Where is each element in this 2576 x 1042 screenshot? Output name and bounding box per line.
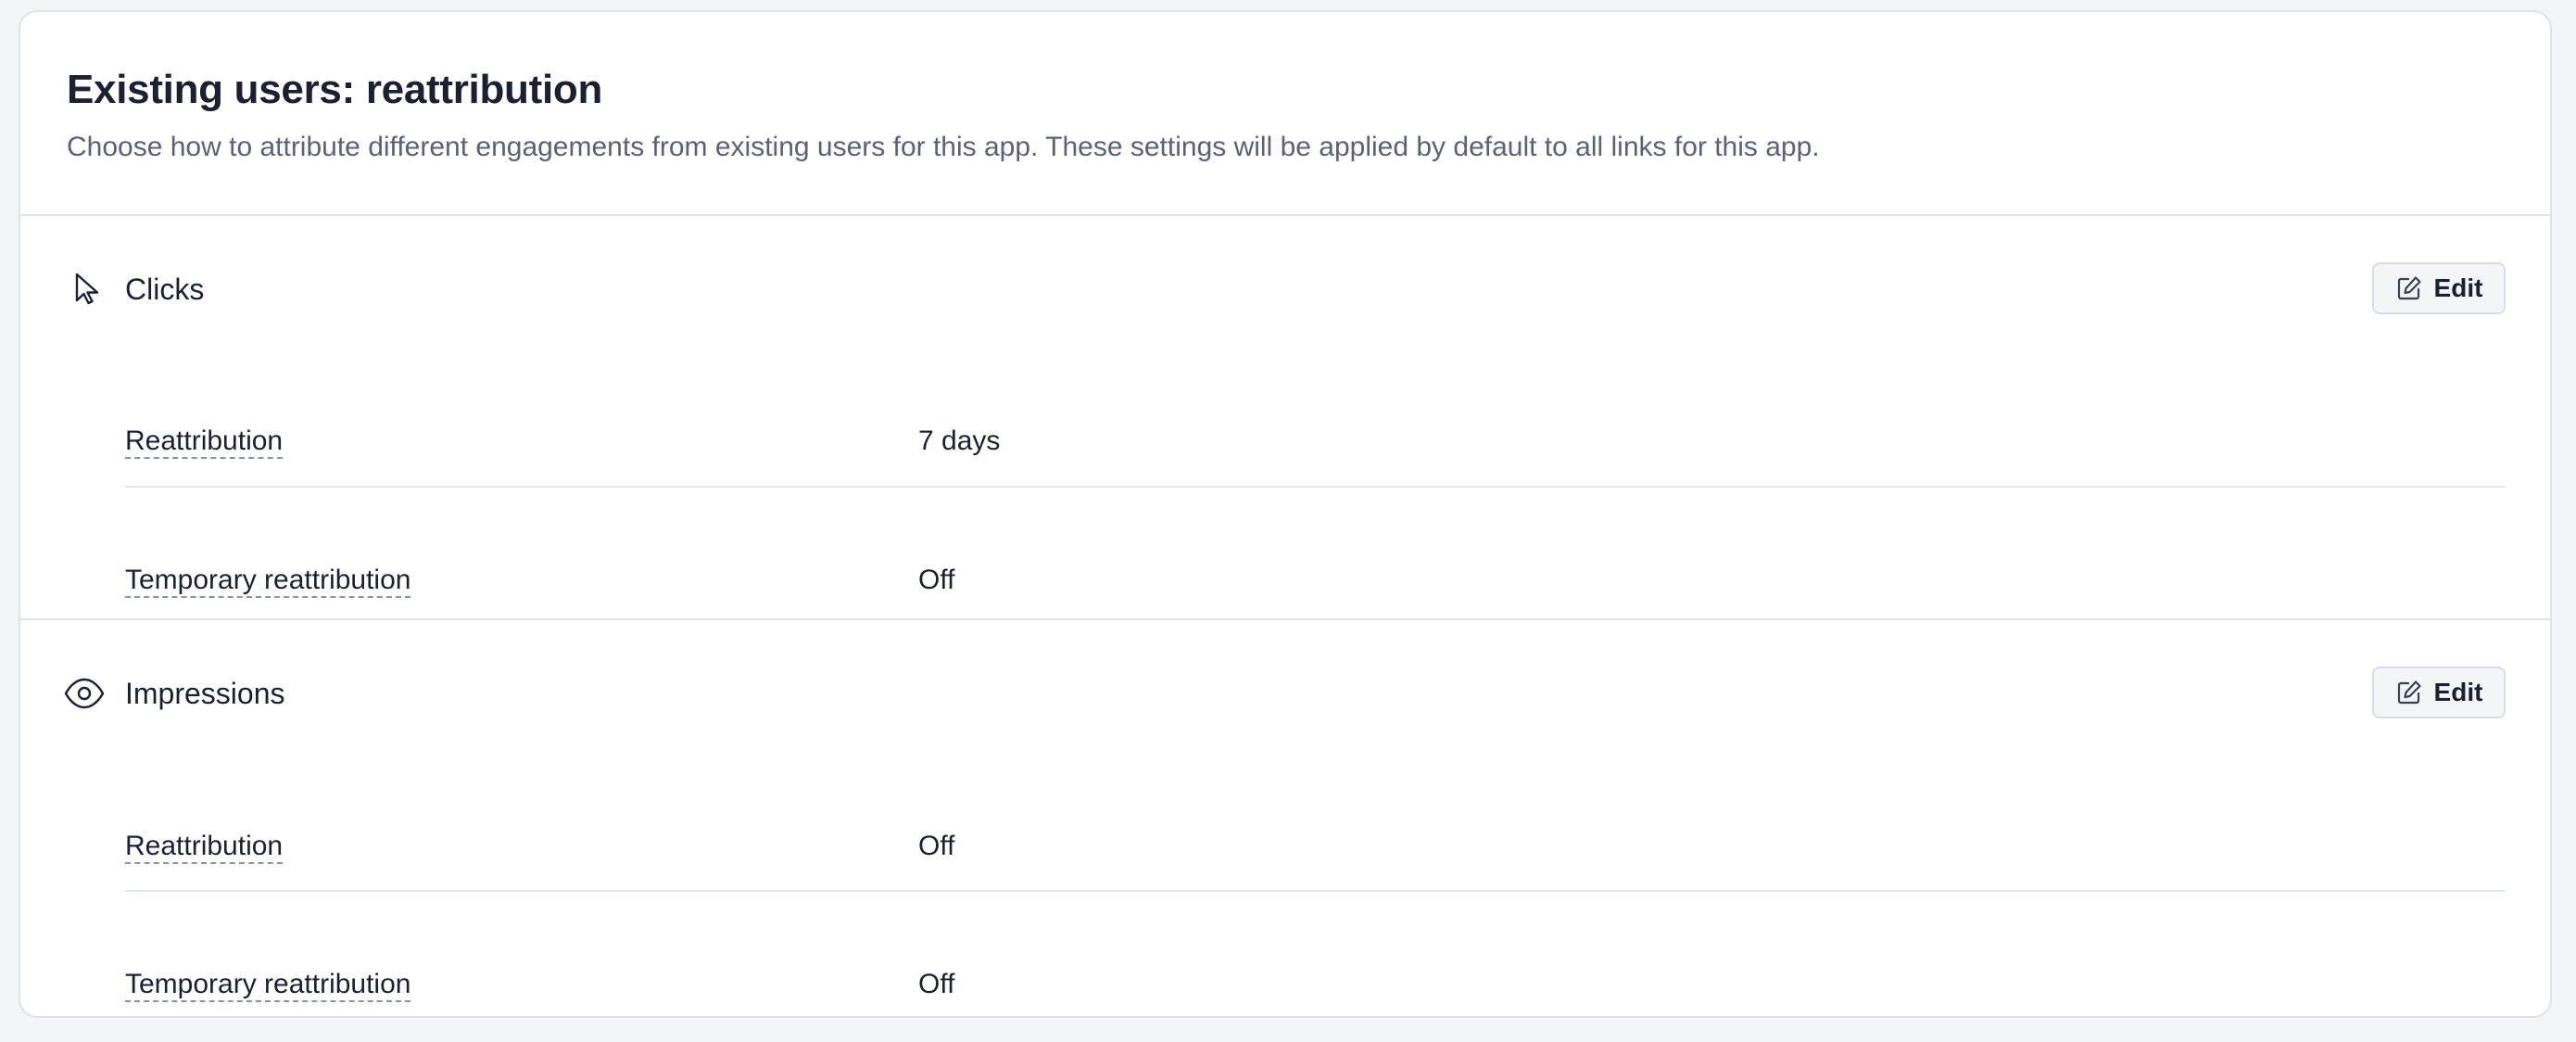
clicks-section: Clicks Edit Reattribution 7 days Tempora…	[20, 216, 2550, 620]
card-header: Existing users: reattribution Choose how…	[20, 12, 2550, 216]
cursor-arrow-icon	[69, 270, 106, 307]
impressions-section-header: Impressions Edit	[20, 620, 2550, 769]
temporary-reattribution-label[interactable]: Temporary reattribution	[125, 966, 410, 1003]
clicks-edit-button[interactable]: Edit	[2372, 262, 2506, 314]
clicks-reattribution-row: Reattribution 7 days	[125, 349, 2506, 488]
edit-pencil-icon	[2395, 274, 2423, 302]
reattribution-label[interactable]: Reattribution	[125, 423, 283, 460]
reattribution-settings-card: Existing users: reattribution Choose how…	[19, 10, 2552, 1018]
reattribution-label[interactable]: Reattribution	[125, 828, 283, 865]
edit-button-label: Edit	[2433, 273, 2483, 302]
page-title: Existing users: reattribution	[67, 67, 603, 112]
clicks-section-header: Clicks Edit	[20, 216, 2550, 364]
impressions-temporary-reattribution-row: Temporary reattribution Off	[125, 894, 2506, 1016]
clicks-temporary-reattribution-row: Temporary reattribution Off	[125, 489, 2506, 629]
impressions-reattribution-row: Reattribution Off	[125, 753, 2506, 892]
edit-button-label: Edit	[2433, 678, 2483, 706]
temporary-reattribution-value: Off	[918, 565, 955, 595]
reattribution-value: 7 days	[918, 426, 1001, 456]
impressions-section: Impressions Edit Reattribution Off Tempo…	[20, 620, 2550, 1016]
edit-pencil-icon	[2395, 679, 2423, 706]
eye-icon	[63, 675, 106, 712]
temporary-reattribution-value: Off	[918, 969, 955, 999]
impressions-edit-button[interactable]: Edit	[2372, 667, 2506, 718]
clicks-section-title: Clicks	[125, 273, 205, 306]
reattribution-value: Off	[918, 831, 955, 861]
impressions-section-title: Impressions	[125, 677, 285, 710]
page-description: Choose how to attribute different engage…	[67, 132, 1820, 162]
temporary-reattribution-label[interactable]: Temporary reattribution	[125, 562, 410, 599]
